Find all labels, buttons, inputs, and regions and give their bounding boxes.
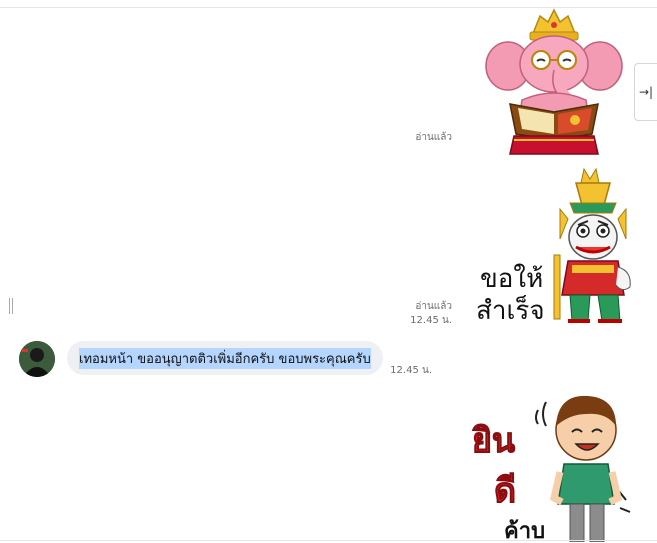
read-status: อ่านแล้ว [415, 132, 452, 143]
panel-resize-handle[interactable] [8, 298, 14, 314]
bottom-divider [0, 540, 657, 541]
sticker-text-line2: สำเร็จ [476, 294, 545, 326]
message-text[interactable]: เทอมหน้า ขออนุญาตติวเพิ่มอีกครับ ขอบพระค… [79, 347, 371, 369]
boy-welcome-sticker[interactable]: ยิน ดี ค้าบ [468, 392, 638, 542]
message-time: 12.45 น. [390, 365, 432, 376]
side-panel-toggle-button[interactable]: →| [634, 63, 657, 121]
ganesha-sticker[interactable] [484, 8, 624, 156]
sticker-text-line1: ยิน [472, 421, 515, 461]
message-bubble[interactable]: เทอมหน้า ขออนุญาตติวเพิ่มอีกครับ ขอบพระค… [67, 341, 383, 375]
sticker-text-line2: ดี [494, 471, 516, 511]
sticker-text-line1: ขอให้ [480, 264, 543, 294]
read-status: อ่านแล้ว [415, 301, 452, 312]
sticker-text-line3: ค้าบ [504, 519, 545, 542]
giant-guardian-sticker[interactable]: ขอให้ สำเร็จ [472, 165, 647, 330]
message-time: 12.45 น. [410, 315, 452, 326]
arrow-to-right-bar-icon: →| [638, 85, 654, 99]
avatar[interactable] [19, 341, 55, 377]
